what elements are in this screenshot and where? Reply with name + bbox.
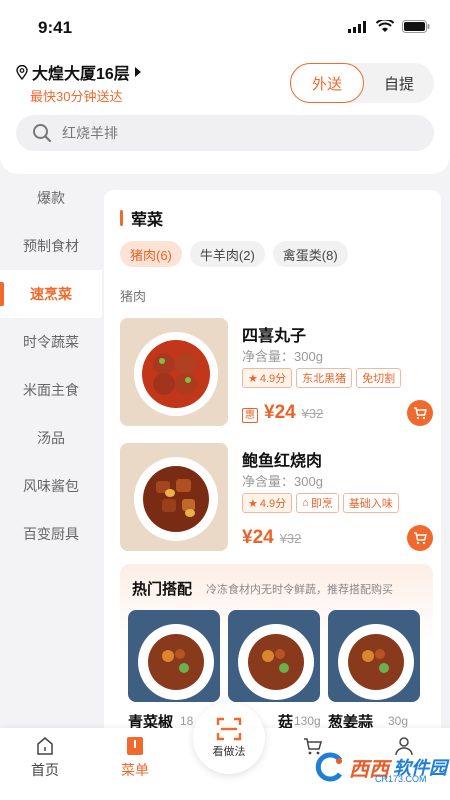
subcategory-label: 猪肉	[120, 289, 147, 304]
sidebar-item-seasonal-veg[interactable]: 时令蔬菜	[0, 318, 102, 366]
price-line: 惠 ¥24 ¥32	[242, 402, 323, 424]
combo-dish-image	[128, 610, 220, 702]
tab-menu-label: 菜单	[121, 762, 149, 778]
combo-item-weight: 18	[180, 714, 194, 728]
scan-label: 看做法	[212, 746, 246, 758]
wifi-icon	[376, 20, 394, 32]
chip-beef-lamb[interactable]: 牛羊肉(2)	[189, 241, 265, 267]
sidebar-item-soups[interactable]: 汤品	[0, 414, 102, 462]
home-icon	[37, 737, 53, 755]
scan-recipe-button[interactable]: 看做法	[193, 702, 265, 774]
tab-home-label: 首页	[31, 762, 59, 778]
category-sidebar: 爆款 预制食材 速烹菜 时令蔬菜 米面主食 汤品 风味酱包 百变厨具	[0, 174, 102, 730]
delivery-time: 最快30分钟送达	[30, 89, 123, 104]
product-tags: ★ 4.9分 ⌂ 即烹 基础入味	[242, 493, 399, 513]
price: ¥24	[242, 527, 274, 548]
product-image[interactable]	[120, 443, 228, 551]
product-tag: 基础入味	[342, 493, 399, 513]
price: ¥24	[264, 402, 296, 423]
search-input[interactable]: 红烧羊排	[16, 115, 434, 151]
combo-item-image[interactable]	[228, 610, 320, 702]
scan-icon	[216, 717, 242, 741]
original-price: ¥32	[301, 406, 324, 421]
subcategory-chips: 猪肉(6) 牛羊肉(2) 禽蛋类(8)	[120, 241, 348, 267]
location-pin-icon	[16, 64, 28, 80]
hot-combo-title: 热门搭配	[132, 581, 193, 598]
rating-tag: ★ 4.9分	[242, 493, 293, 513]
sidebar-item-prepared[interactable]: 预制食材	[0, 222, 102, 270]
sidebar-item-sauces[interactable]: 风味酱包	[0, 462, 102, 510]
section-title: 荤菜	[120, 206, 163, 230]
product-tag: ⌂ 即烹	[296, 493, 339, 513]
caret-right-icon	[134, 67, 141, 77]
product-tag: 东北黑猪	[296, 368, 353, 388]
braised-pork-dish-image	[120, 443, 228, 551]
watermark-c-icon	[315, 752, 343, 782]
combo-item-weight: 130g	[294, 714, 321, 728]
watermark-url: CR173.COM	[375, 774, 427, 784]
cart-icon	[414, 407, 427, 420]
add-to-cart-button[interactable]	[407, 400, 433, 426]
sidebar-item-hot[interactable]: 爆款	[0, 174, 102, 222]
status-bar: 9:41	[0, 0, 450, 56]
watermark-logo: 西西 软件园 CR173.COM	[315, 752, 447, 784]
add-to-cart-button[interactable]	[407, 525, 433, 551]
chip-poultry-eggs[interactable]: 禽蛋类(8)	[272, 241, 348, 267]
combo-item-image[interactable]	[128, 610, 220, 702]
hot-combo-section: 热门搭配 冷冻食材内无时令鲜蔬，推荐搭配购买 青菜椒 18 菇 130g 葱姜蒜…	[120, 564, 433, 750]
combo-item-weight: 30g	[388, 714, 409, 728]
header: 大煌大厦16层 最快30分钟送达 外送 自提 红烧羊排	[0, 56, 450, 174]
combo-dish-image	[228, 610, 320, 702]
tab-pickup[interactable]: 自提	[364, 63, 434, 103]
product-card[interactable]: 四喜丸子 净含量：300g ★ 4.9分 东北黑猪 免切割 惠 ¥24 ¥32	[120, 318, 433, 428]
combo-dish-image	[328, 610, 420, 702]
location-text: 大煌大厦16层	[32, 66, 130, 83]
tab-delivery[interactable]: 外送	[290, 63, 364, 103]
sidebar-item-staples[interactable]: 米面主食	[0, 366, 102, 414]
cart-icon	[414, 532, 427, 545]
delivery-mode-toggle: 外送 自提	[290, 63, 434, 103]
section-title-text: 荤菜	[131, 212, 164, 229]
sidebar-item-cookware[interactable]: 百变厨具	[0, 510, 102, 558]
pot-icon: ⌂	[302, 497, 309, 509]
price-line: ¥24 ¥32	[242, 527, 301, 549]
menu-icon	[127, 737, 143, 755]
product-name: 四喜丸子	[242, 328, 307, 345]
sidebar-item-quick-cook[interactable]: 速烹菜	[0, 270, 102, 318]
meatball-dish-image	[120, 318, 228, 426]
system-icons	[348, 20, 430, 33]
tab-menu[interactable]: 菜单	[105, 736, 165, 780]
product-tag: 免切割	[356, 368, 402, 388]
location-selector[interactable]: 大煌大厦16层	[16, 60, 142, 84]
product-net-weight: 净含量：300g	[242, 349, 323, 364]
coupon-badge: 惠	[242, 408, 258, 423]
tab-home[interactable]: 首页	[15, 736, 75, 780]
product-card[interactable]: 鲍鱼红烧肉 净含量：300g ★ 4.9分 ⌂ 即烹 基础入味 ¥24 ¥32	[120, 443, 433, 553]
product-image[interactable]	[120, 318, 228, 426]
battery-icon	[402, 20, 430, 33]
product-tags: ★ 4.9分 东北黑猪 免切割	[242, 368, 402, 388]
product-net-weight: 净含量：300g	[242, 474, 323, 489]
combo-item-image[interactable]	[328, 610, 420, 702]
product-panel: 荤菜 猪肉(6) 牛羊肉(2) 禽蛋类(8) 猪肉 四喜丸子 净含量：300g …	[104, 190, 441, 750]
section-title-marker	[120, 210, 123, 226]
rating-tag: ★ 4.9分	[242, 368, 293, 388]
original-price: ¥32	[279, 531, 302, 546]
signal-icon	[348, 20, 366, 33]
star-icon: ★	[248, 497, 258, 510]
product-name: 鲍鱼红烧肉	[242, 453, 323, 470]
star-icon: ★	[248, 372, 258, 385]
search-placeholder: 红烧羊排	[62, 125, 118, 141]
chip-pork[interactable]: 猪肉(6)	[120, 241, 182, 267]
hot-combo-desc: 冷冻食材内无时令鲜蔬，推荐搭配购买	[206, 584, 393, 596]
status-time: 9:41	[38, 18, 73, 37]
search-icon	[33, 124, 52, 143]
